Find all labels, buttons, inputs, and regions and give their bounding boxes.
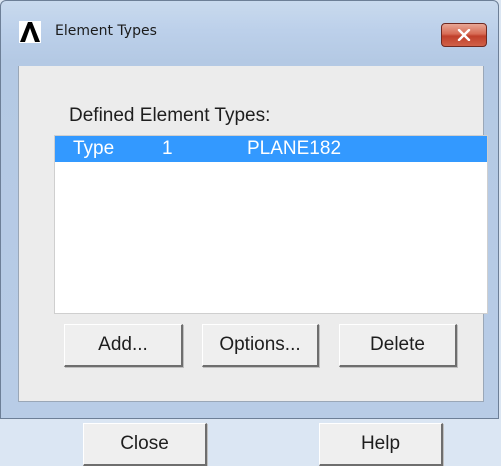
delete-button[interactable]: Delete xyxy=(339,324,457,367)
ansys-lambda-icon xyxy=(19,21,41,43)
window-close-button[interactable] xyxy=(441,23,487,47)
add-button[interactable]: Add... xyxy=(64,324,183,367)
window-title: Element Types xyxy=(55,23,157,39)
list-item-type-label: Type xyxy=(73,138,115,159)
title-bar[interactable]: Element Types xyxy=(1,1,498,67)
list-item-type-number: 1 xyxy=(162,138,173,159)
list-item-element-name: PLANE182 xyxy=(247,138,342,159)
element-types-dialog: Element Types Defined Element Types: Typ… xyxy=(0,0,499,466)
options-button[interactable]: Options... xyxy=(202,324,319,367)
help-button[interactable]: Help xyxy=(319,423,443,466)
element-types-listbox[interactable]: Type 1 PLANE182 xyxy=(54,135,488,314)
defined-element-types-label: Defined Element Types: xyxy=(69,105,271,126)
dialog-client-area: Defined Element Types: Type 1 PLANE182 A… xyxy=(18,66,488,466)
close-x-icon xyxy=(457,29,471,41)
close-button[interactable]: Close xyxy=(83,423,207,466)
list-item-type-1[interactable]: Type 1 PLANE182 xyxy=(55,136,487,162)
